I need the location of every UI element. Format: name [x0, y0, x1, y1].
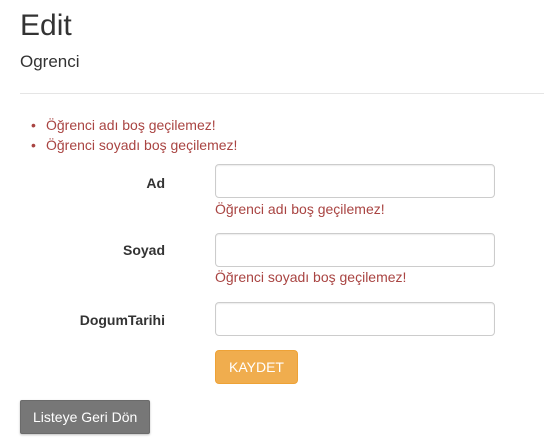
- dogum-tarihi-label: DogumTarihi: [79, 312, 165, 328]
- back-to-list-button[interactable]: Listeye Geri Dön: [20, 400, 151, 434]
- soyad-error: Öğrenci soyadı boş geçilemez!: [215, 269, 407, 285]
- save-button[interactable]: KAYDET: [215, 350, 298, 384]
- ad-label: Ad: [146, 175, 165, 191]
- soyad-label: Soyad: [122, 242, 165, 258]
- edit-page: Edit Ogrenci Öğrenci adı boş geçilemez! …: [0, 0, 544, 446]
- ad-input[interactable]: [215, 164, 495, 198]
- page-subtitle: Ogrenci: [20, 52, 80, 71]
- validation-summary: Öğrenci adı boş geçilemez! Öğrenci soyad…: [28, 115, 237, 155]
- divider: [20, 93, 544, 94]
- ad-error: Öğrenci adı boş geçilemez!: [215, 201, 385, 217]
- validation-summary-item: Öğrenci adı boş geçilemez!: [28, 115, 237, 135]
- dogum-tarihi-input[interactable]: [215, 302, 495, 336]
- page-title: Edit: [20, 9, 72, 42]
- soyad-input[interactable]: [215, 233, 495, 267]
- validation-summary-item: Öğrenci soyadı boş geçilemez!: [28, 135, 237, 155]
